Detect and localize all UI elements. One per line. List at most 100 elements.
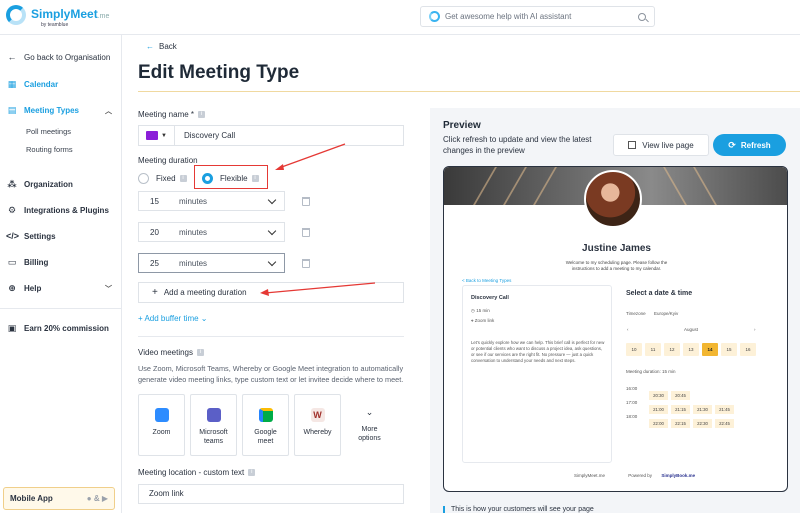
back-link[interactable]: ← Back: [146, 42, 177, 51]
duration-unit: minutes: [179, 227, 208, 237]
refresh-icon: ⟳: [728, 139, 736, 150]
sidebar-item-meeting-types[interactable]: ▤ Meeting Types ︿: [6, 105, 116, 116]
meeting-types-icon: ▤: [7, 105, 17, 115]
search-icon[interactable]: [638, 12, 646, 21]
search-input[interactable]: Get awesome help with AI assistant: [445, 12, 638, 21]
meeting-description: Let's quickly explore how we can help. T…: [471, 340, 605, 363]
time-slot: 21:00: [649, 405, 668, 414]
time-slot: 22:30: [693, 419, 712, 428]
video-option-google-meet[interactable]: Google meet: [242, 394, 289, 456]
info-icon[interactable]: i: [197, 349, 204, 357]
color-picker[interactable]: ▼: [139, 126, 175, 145]
preview-description: Click refresh to update and view the lat…: [443, 135, 592, 155]
sidebar-divider: [0, 308, 121, 309]
video-option-teams[interactable]: Microsoft teams: [190, 394, 237, 456]
sidebar-item-integrations[interactable]: ⚙ Integrations & Plugins: [6, 205, 116, 216]
trash-icon[interactable]: [302, 197, 310, 206]
apple-icon: ●: [86, 494, 92, 503]
select-date-title: Select a date & time: [626, 290, 693, 297]
sidebar-item-help[interactable]: ⊕ Help ﹀: [6, 283, 116, 294]
sidebar-item-label: Billing: [24, 258, 49, 267]
chevron-down-icon: [267, 227, 277, 237]
location-label: Meeting location - custom text i: [138, 468, 256, 477]
sidebar-item-calendar[interactable]: ▦ Calendar: [6, 79, 116, 90]
title-divider: [138, 91, 800, 92]
calendar-month: August: [684, 327, 699, 332]
time-row-label: 18:00: [626, 414, 638, 419]
time-row-label: 17:00: [626, 400, 638, 405]
preview-panel: Preview Click refresh to update and view…: [430, 108, 800, 513]
chevron-up-icon[interactable]: ︿: [105, 106, 112, 116]
mobile-app-label: Mobile App: [10, 494, 53, 503]
video-option-zoom[interactable]: Zoom: [138, 394, 185, 456]
meeting-name-label: Meeting name * i: [138, 110, 206, 119]
arrow-left-icon: ←: [146, 42, 154, 51]
sidebar: ← Go back to Organisation ▦ Calendar ▤ M…: [0, 35, 122, 513]
ai-search-bar[interactable]: Get awesome help with AI assistant: [420, 6, 655, 27]
sidebar-item-earn-commission[interactable]: ▣ Earn 20% commission: [6, 323, 116, 334]
sidebar-item-billing[interactable]: ▭ Billing: [6, 257, 116, 268]
ai-assistant-icon: [429, 11, 440, 22]
info-icon[interactable]: i: [248, 469, 256, 477]
view-live-page-button[interactable]: View live page: [613, 134, 709, 156]
sidebar-item-label: Settings: [24, 231, 56, 241]
duration-select-2[interactable]: 20 minutes: [138, 222, 285, 242]
sidebar-item-label: Meeting Types: [24, 106, 79, 115]
more-video-options-button[interactable]: ⌄ More options: [346, 394, 393, 456]
trash-icon[interactable]: [302, 228, 310, 237]
time-slot: 21:30: [693, 405, 712, 414]
meeting-duration: ◷ 15 min: [471, 308, 490, 313]
section-divider: [138, 336, 404, 337]
meeting-details-card: Discovery Call ◷ 15 min ⌖ Zoom link Let'…: [462, 285, 612, 463]
time-slot: 20:30: [649, 391, 668, 400]
calendar-day: 13: [683, 343, 699, 356]
google-play-icon: ▶: [101, 494, 108, 503]
sidebar-subitem-routing-forms[interactable]: Routing forms: [26, 145, 73, 154]
radio-label: Fixed: [156, 174, 176, 183]
duration-unit: minutes: [179, 258, 208, 268]
add-buffer-button[interactable]: + Add buffer time ⌄: [138, 314, 208, 323]
refresh-button[interactable]: ⟳ Refresh: [713, 134, 786, 156]
duration-unit: minutes: [179, 196, 208, 206]
duration-select-3[interactable]: 25 minutes: [138, 253, 285, 273]
duration-select-1[interactable]: 15 minutes: [138, 191, 285, 211]
footer-brand: SimplyMeet.me: [574, 473, 606, 478]
preview-caption: This is how your customers will see your…: [443, 506, 594, 513]
calendar-day: 12: [664, 343, 680, 356]
trash-icon[interactable]: [302, 259, 310, 268]
add-duration-button[interactable]: + Add a meeting duration: [138, 282, 404, 303]
external-link-icon: [628, 141, 637, 149]
chevron-down-icon: ⌄: [365, 407, 374, 417]
calendar-day: 15: [721, 343, 737, 356]
sidebar-item-label: Help: [24, 284, 42, 293]
top-bar: SimplyMeet.me by teamblue Get awesome he…: [0, 0, 800, 35]
duration-fixed-radio[interactable]: Fixed i: [138, 173, 187, 184]
duration-value: 25: [150, 258, 159, 268]
video-option-whereby[interactable]: W Whereby: [294, 394, 341, 456]
preview-title: Preview: [443, 120, 481, 131]
duration-info: Meeting duration: 15 min: [626, 369, 676, 374]
sidebar-item-label: Integrations & Plugins: [24, 206, 109, 215]
sidebar-subitem-poll-meetings[interactable]: Poll meetings: [26, 127, 71, 136]
sidebar-item-label: Calendar: [24, 80, 59, 89]
duration-label: Meeting duration: [138, 156, 198, 165]
sidebar-item-settings[interactable]: </> Settings: [6, 231, 116, 241]
chevron-down-icon[interactable]: ﹀: [105, 284, 112, 294]
sidebar-item-organization[interactable]: ⁂ Organization: [6, 179, 116, 190]
sidebar-item-back[interactable]: ← Go back to Organisation: [6, 52, 116, 62]
video-meetings-description: Use Zoom, Microsoft Teams, Whereby or Go…: [138, 364, 404, 384]
host-name: Justine James: [582, 243, 651, 254]
info-icon[interactable]: i: [179, 175, 187, 182]
time-slot: 21:15: [671, 405, 690, 414]
preview-footer: SimplyMeet.me Powered by SimplyBook.me: [574, 473, 695, 478]
sidebar-item-label: Organization: [24, 180, 73, 189]
meeting-name: Discovery Call: [471, 295, 509, 301]
brand-suffix: .me: [97, 12, 110, 20]
add-buffer-label: Add buffer time: [144, 314, 199, 323]
meeting-name-field[interactable]: ▼ Discovery Call: [138, 125, 404, 146]
info-icon[interactable]: i: [198, 111, 206, 119]
location-input[interactable]: Zoom link: [138, 484, 404, 504]
arrow-left-icon: ←: [7, 52, 17, 62]
meeting-name-input[interactable]: Discovery Call: [175, 131, 235, 140]
mobile-app-button[interactable]: Mobile App ● & ▶: [3, 487, 115, 510]
